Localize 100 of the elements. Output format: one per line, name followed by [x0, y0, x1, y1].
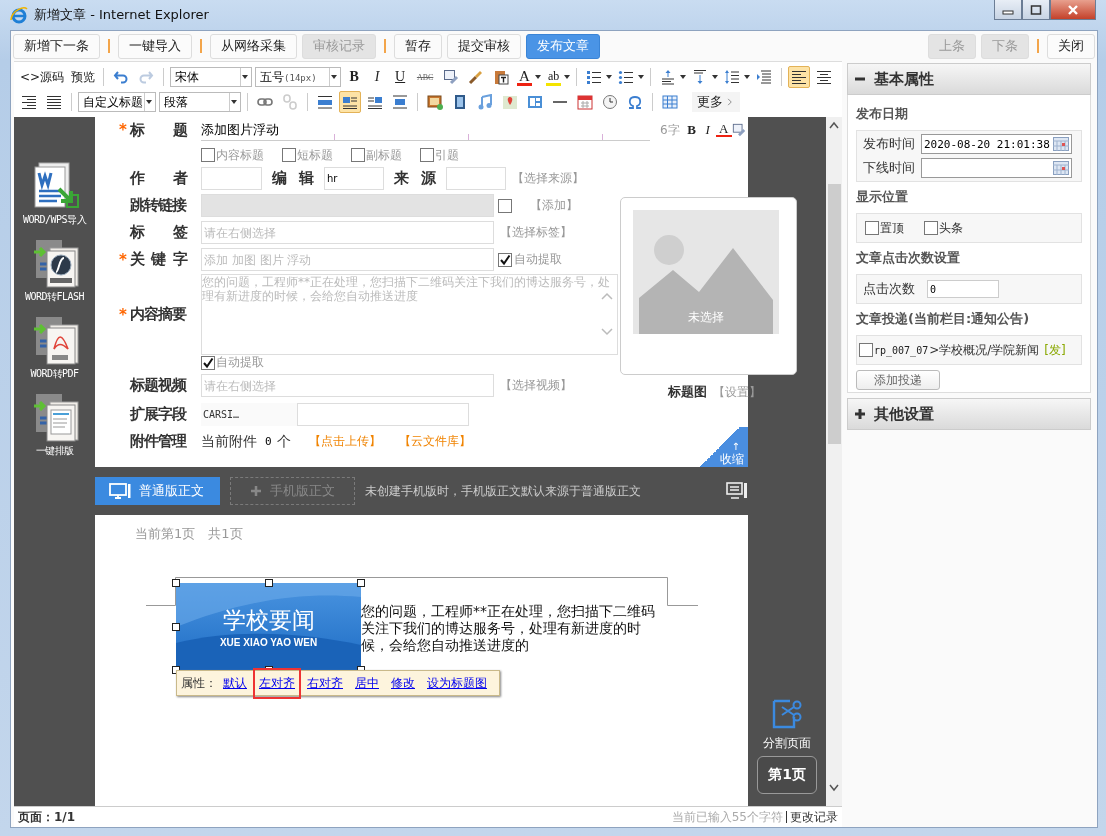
required-mark: * [119, 121, 128, 139]
extension-field[interactable] [297, 403, 469, 426]
menu-link[interactable]: 设为标题图 [421, 667, 493, 699]
change-history-link[interactable]: 更改记录 [790, 808, 838, 826]
caret-icon[interactable] [680, 75, 687, 79]
option-label: 自动提取 [514, 251, 562, 268]
caret-icon[interactable] [534, 75, 541, 79]
caret-icon[interactable] [331, 75, 338, 79]
spellcheck-icon[interactable] [731, 123, 746, 137]
calendar-icon[interactable] [1053, 137, 1069, 151]
caret-icon[interactable] [712, 75, 719, 79]
image-title: 学校要闻 [221, 606, 316, 635]
calendar-icon[interactable] [1053, 161, 1069, 175]
caret-icon[interactable] [564, 75, 571, 79]
field-label: 扩展字段 [130, 405, 188, 424]
checkbox[interactable] [420, 148, 434, 162]
format-button[interactable]: I [699, 120, 716, 140]
format-button[interactable]: ABC [413, 67, 438, 87]
image-float-left-icon[interactable] [339, 91, 361, 113]
editor-field[interactable]: hr [324, 167, 384, 190]
more-button[interactable]: 更多 [692, 92, 740, 112]
menu-link[interactable]: 左对齐 [253, 667, 301, 699]
resize-handle[interactable] [172, 579, 180, 587]
scroll-down-icon[interactable] [829, 784, 839, 792]
tags-field[interactable]: 请在右侧选择 [201, 221, 494, 244]
resize-handle[interactable] [264, 579, 273, 587]
section-title: 文章投递(当前栏目:通知公告) [856, 310, 1031, 328]
action-button[interactable]: 从网络采集 [210, 33, 297, 59]
date-field[interactable] [921, 158, 1072, 178]
column-code: rp_007_07 [874, 344, 929, 356]
align-left-icon[interactable] [788, 66, 811, 88]
checkbox[interactable] [201, 148, 215, 162]
checkbox[interactable] [859, 343, 873, 357]
maximize-button[interactable] [1022, 0, 1050, 20]
format-button[interactable]: U [390, 67, 411, 87]
add-delivery-button[interactable]: 添加投递 [856, 370, 940, 390]
format-button[interactable]: B [683, 120, 700, 140]
format-button[interactable]: B [344, 67, 365, 87]
click-count-field[interactable]: 0 [927, 280, 999, 298]
scrollbar-thumb[interactable] [827, 184, 841, 444]
font-size-select[interactable]: 五号(14px) [255, 67, 342, 87]
action-button[interactable]: 一键导入 [118, 33, 192, 59]
menu-link[interactable]: 修改 [385, 667, 421, 699]
option-label: 头条 [939, 219, 963, 237]
format-button[interactable]: I [367, 67, 388, 87]
font-select[interactable]: 宋体 [170, 67, 253, 87]
minimize-button[interactable] [994, 0, 1022, 20]
tool-label[interactable]: 一键排版 [35, 444, 74, 458]
scroll-up-icon[interactable] [829, 121, 839, 129]
monitor-icon[interactable] [726, 482, 748, 500]
body-tab[interactable]: 普通版正文 [95, 477, 220, 505]
caret-icon[interactable] [744, 75, 751, 79]
caret-icon[interactable] [242, 75, 249, 79]
heading-select[interactable]: 自定义标题 [78, 92, 156, 112]
preview-button[interactable]: 预览 [69, 67, 98, 87]
caret-icon[interactable] [146, 100, 152, 104]
character-count: 当前已输入55个字符 [671, 808, 783, 826]
resize-handle[interactable] [357, 579, 365, 587]
option-label: 引题 [435, 146, 459, 164]
tool-label[interactable]: WORD转FLASH [24, 290, 85, 304]
menu-link[interactable]: 居中 [349, 667, 385, 699]
section-header[interactable]: 其他设置 [847, 398, 1091, 430]
action-button[interactable]: 暂存 [394, 33, 442, 59]
font-color-button[interactable]: A [515, 67, 534, 87]
highlight-color-button[interactable]: ab [543, 67, 564, 87]
tool-label[interactable]: WORD/WPS导入 [22, 213, 87, 227]
plus-icon [854, 408, 866, 420]
checkbox[interactable] [924, 221, 938, 235]
caret-icon[interactable] [638, 75, 645, 79]
checkbox[interactable] [865, 221, 879, 235]
field-label: 编 辑 [272, 169, 314, 188]
caret-icon[interactable] [606, 75, 613, 79]
page-info: 当前第1页 共1页 [135, 525, 244, 543]
format-button[interactable]: A [715, 123, 732, 137]
menu-link[interactable]: 默认 [217, 667, 253, 699]
checkbox[interactable] [351, 148, 365, 162]
resize-handle[interactable] [172, 622, 180, 631]
video-field[interactable]: 请在右侧选择 [201, 374, 494, 397]
page-button[interactable]: 第1页 [757, 756, 817, 794]
split-page-label[interactable]: 分割页面 [763, 735, 811, 752]
date-field[interactable]: 2020-08-20 21:01:38 [921, 134, 1072, 154]
author-field[interactable] [201, 167, 262, 190]
paragraph-select[interactable]: 段落 [159, 92, 241, 112]
caret-icon[interactable] [231, 100, 237, 104]
checkbox[interactable] [498, 252, 512, 267]
required-mark: * [119, 250, 128, 269]
action-button[interactable]: 新增下一条 [13, 33, 100, 59]
section-header[interactable]: 基本属性 [847, 63, 1091, 95]
close-button[interactable] [1050, 0, 1096, 20]
tool-label[interactable]: WORD转PDF [30, 367, 79, 381]
char-count: 6字 [660, 121, 680, 139]
action-button[interactable]: 关闭 [1047, 33, 1095, 59]
checkbox[interactable] [282, 148, 296, 162]
source-code-button[interactable]: <>源码 [18, 67, 67, 87]
checkbox[interactable] [201, 355, 215, 370]
action-button[interactable]: 提交审核 [447, 33, 521, 59]
menu-link[interactable]: 右对齐 [301, 667, 349, 699]
option-label: 自动提取 [216, 354, 264, 371]
keywords-field[interactable]: 添加 加图 图片 浮动 [201, 248, 494, 271]
source-field[interactable] [446, 167, 506, 190]
